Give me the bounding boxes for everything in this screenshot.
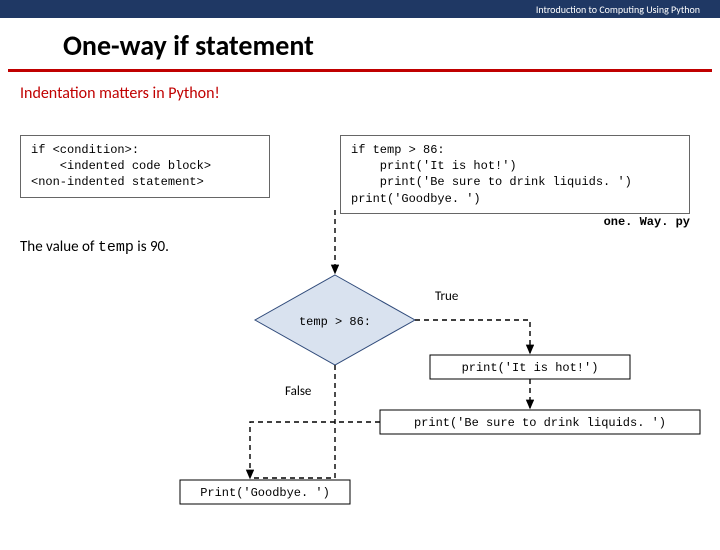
false-label: False	[285, 384, 311, 399]
flow-step3: Print('Goodbye. ')	[200, 486, 330, 500]
flowchart: temp > 86: True print('It is hot!') prin…	[0, 210, 720, 550]
diamond-condition: temp > 86:	[299, 315, 371, 329]
flow-step1: print('It is hot!')	[462, 361, 599, 375]
flow-step2: print('Be sure to drink liquids. ')	[414, 416, 666, 430]
true-label: True	[435, 289, 458, 304]
syntax-box: if <condition>: <indented code block> <n…	[20, 135, 270, 198]
example-code-box: if temp > 86: print('It is hot!') print(…	[340, 135, 690, 214]
page-title: One-way if statement	[8, 18, 712, 72]
course-header: Introduction to Computing Using Python	[0, 0, 720, 18]
subtitle: Indentation matters in Python!	[0, 84, 720, 103]
